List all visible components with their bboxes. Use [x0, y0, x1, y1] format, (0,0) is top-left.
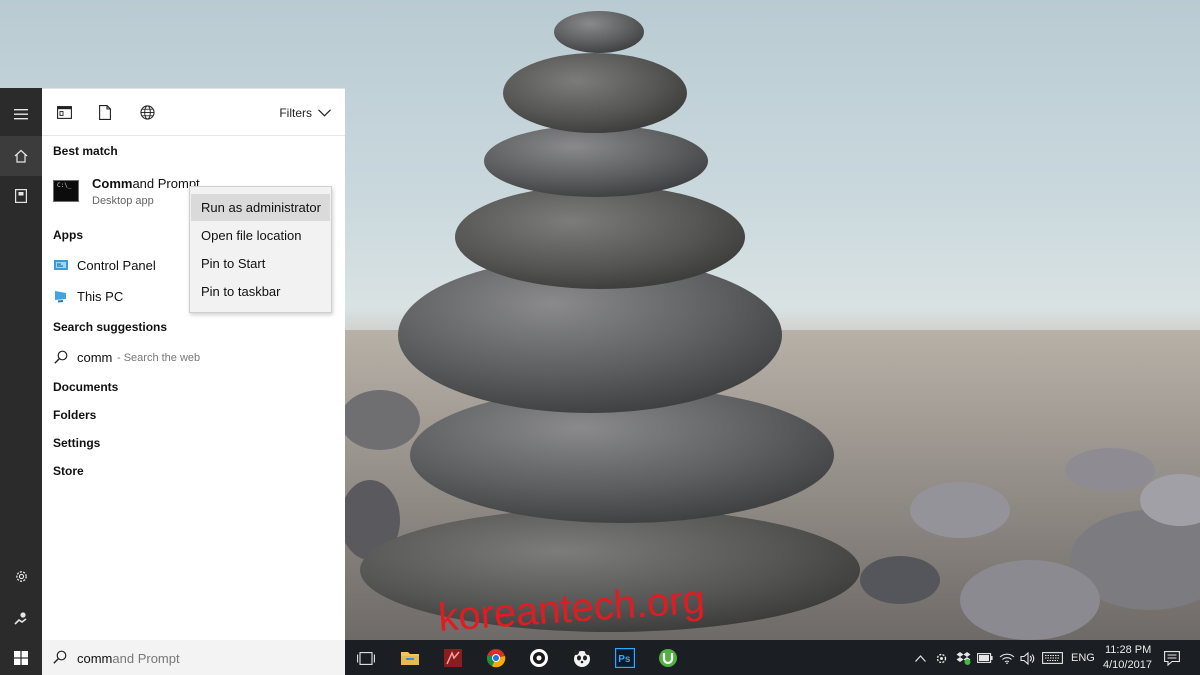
settings-button[interactable] — [0, 556, 42, 596]
web-suggestion-hint: - Search the web — [117, 352, 201, 364]
feedback-button[interactable] — [0, 598, 42, 638]
wifi-tray-button[interactable] — [999, 648, 1015, 668]
pin-to-taskbar-item[interactable]: Pin to taskbar — [191, 278, 330, 305]
web-suggestion-query: comm — [77, 350, 113, 365]
action-center-button[interactable] — [1163, 648, 1181, 668]
battery-tray-button[interactable] — [977, 648, 993, 668]
panda-icon — [573, 649, 591, 667]
search-autocomplete-text: and Prompt — [112, 651, 180, 666]
file-explorer-icon — [401, 652, 419, 665]
wifi-icon — [999, 653, 1015, 664]
action-center-icon — [1164, 650, 1180, 666]
clock-date[interactable]: 4/10/2017 — [1103, 659, 1152, 671]
speaker-icon — [1020, 651, 1035, 665]
run-as-administrator-item[interactable]: Run as administrator — [191, 194, 330, 221]
photoshop-icon: Ps — [615, 648, 635, 668]
chrome-button[interactable] — [486, 648, 506, 668]
settings-category[interactable]: Settings — [53, 436, 100, 450]
command-prompt-icon-text: C:\_ — [57, 182, 72, 189]
home-icon — [14, 149, 28, 163]
keyboard-icon — [1041, 652, 1063, 664]
show-hidden-icons-button[interactable] — [913, 648, 927, 668]
web-suggestion-item[interactable]: comm - Search the web — [42, 345, 345, 371]
app-button-2[interactable] — [529, 648, 549, 668]
panda-app-button[interactable] — [572, 648, 592, 668]
clock-time[interactable]: 11:28 PM — [1105, 644, 1151, 656]
document-icon — [99, 104, 111, 120]
control-panel-label: Control Panel — [77, 257, 156, 273]
globe-icon — [139, 104, 155, 120]
search-results-panel: Filters Best match C:\_ Command Prompt D… — [42, 88, 345, 641]
context-menu: Run as administrator Open file location … — [189, 186, 332, 313]
this-pc-icon — [55, 291, 66, 303]
gear-icon — [15, 570, 27, 582]
task-view-button[interactable] — [356, 648, 376, 668]
control-panel-icon — [54, 260, 68, 270]
search-typed-text: comm — [77, 651, 113, 666]
store-category[interactable]: Store — [53, 464, 84, 478]
notebook-button[interactable] — [0, 176, 42, 216]
search-icon — [53, 650, 67, 664]
search-scope-bar: Filters — [42, 89, 345, 136]
app-button[interactable] — [443, 648, 463, 668]
chevron-down-icon — [318, 109, 331, 117]
tray-app-icon — [936, 653, 946, 663]
best-match-subtitle: Desktop app — [92, 195, 154, 207]
dropbox-tray-button[interactable] — [955, 648, 971, 668]
feedback-icon — [14, 612, 27, 625]
best-match-title: Command Prompt — [92, 176, 200, 191]
windows-logo-icon — [14, 650, 28, 665]
home-button[interactable] — [0, 136, 42, 176]
start-menu-rail — [0, 88, 42, 640]
documents-category[interactable]: Documents — [53, 380, 118, 394]
app-icon — [444, 649, 462, 667]
utorrent-icon — [659, 649, 677, 667]
best-match-heading: Best match — [53, 144, 118, 158]
search-input-text[interactable]: command Prompt — [77, 651, 180, 666]
notebook-icon — [15, 189, 27, 203]
volume-tray-button[interactable] — [1020, 648, 1036, 668]
touch-keyboard-button[interactable] — [1041, 648, 1063, 668]
start-button[interactable] — [0, 640, 42, 675]
this-pc-label: This PC — [77, 288, 124, 304]
dropbox-icon — [956, 652, 970, 665]
documents-scope-button[interactable] — [96, 103, 114, 121]
language-indicator[interactable]: ENG — [1071, 652, 1095, 664]
search-suggestions-heading: Search suggestions — [53, 320, 168, 334]
hamburger-menu-button[interactable] — [0, 94, 42, 134]
taskbar: Ps ENG 11:28 PM 4/10/2017 — [345, 640, 1200, 675]
pin-to-start-item[interactable]: Pin to Start — [191, 250, 330, 277]
task-view-icon — [357, 651, 375, 665]
taskbar-search-box[interactable]: command Prompt — [42, 640, 345, 675]
filters-dropdown[interactable]: Filters — [279, 106, 331, 120]
apps-scope-icon — [56, 105, 72, 119]
apps-scope-button[interactable] — [55, 103, 73, 121]
open-file-location-item[interactable]: Open file location — [191, 222, 330, 249]
app-icon-2 — [530, 649, 548, 667]
folders-category[interactable]: Folders — [53, 408, 96, 422]
command-prompt-icon: C:\_ — [53, 180, 79, 202]
filters-label: Filters — [279, 106, 312, 120]
utorrent-button[interactable] — [658, 648, 678, 668]
web-scope-button[interactable] — [138, 103, 156, 121]
search-icon — [54, 350, 68, 364]
apps-heading: Apps — [53, 228, 83, 242]
battery-icon — [977, 653, 993, 663]
hamburger-icon — [14, 108, 28, 119]
photoshop-button[interactable]: Ps — [615, 648, 635, 668]
tray-app-button[interactable] — [934, 648, 948, 668]
file-explorer-button[interactable] — [400, 648, 420, 668]
chevron-up-icon — [914, 654, 926, 662]
photoshop-label: Ps — [618, 654, 631, 665]
chrome-icon — [486, 649, 506, 668]
